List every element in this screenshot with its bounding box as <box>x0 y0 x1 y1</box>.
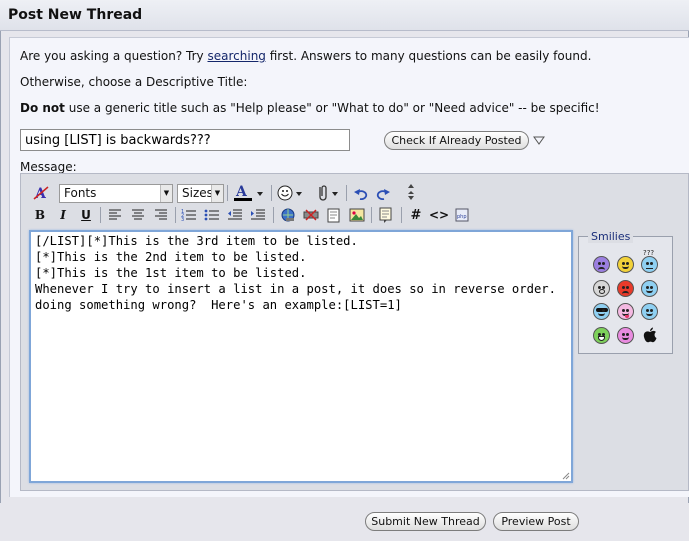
size-select-label: Sizes <box>182 186 213 200</box>
submit-thread-button[interactable]: Submit New Thread <box>365 512 486 531</box>
wink-smiley-icon[interactable] <box>641 303 658 320</box>
toolbar-separator <box>271 185 272 201</box>
toolbar-separator <box>227 185 228 201</box>
smile-smiley-icon[interactable] <box>617 256 634 273</box>
outdent-icon[interactable] <box>226 205 244 225</box>
quote-icon[interactable] <box>377 205 395 225</box>
remove-format-icon[interactable]: A <box>32 183 50 203</box>
toolbar-separator <box>175 207 176 223</box>
page-title: Post New Thread <box>8 7 143 23</box>
insert-image-icon[interactable] <box>348 205 366 225</box>
insert-email-icon[interactable] <box>325 205 343 225</box>
title-warning-bold: Do not <box>20 101 65 115</box>
font-select-arrow-icon: ▼ <box>160 185 172 202</box>
indent-icon[interactable] <box>249 205 267 225</box>
page-header: Post New Thread <box>0 0 689 31</box>
title-instruction: Otherwise, choose a Descriptive Title: <box>20 75 248 89</box>
toolbar-separator <box>100 207 101 223</box>
preview-post-button[interactable]: Preview Post <box>493 512 579 531</box>
attachment-icon[interactable] <box>312 183 342 203</box>
text-color-button[interactable]: A <box>232 183 266 203</box>
resize-grip-icon[interactable] <box>562 472 570 480</box>
italic-button[interactable]: I <box>55 205 71 225</box>
thread-title-input[interactable] <box>20 129 350 151</box>
grin-smiley-icon[interactable] <box>593 327 610 344</box>
size-select[interactable]: Sizes ▼ <box>177 184 224 203</box>
align-center-icon[interactable] <box>129 205 147 225</box>
eek-smiley-icon[interactable] <box>593 280 610 297</box>
toolbar-separator <box>401 207 402 223</box>
dropdown-triangle-icon[interactable] <box>533 136 545 145</box>
toolbar-separator <box>346 185 347 201</box>
action-bar <box>0 503 689 541</box>
sunglasses-smiley-icon[interactable] <box>593 303 610 320</box>
wrap-code-button[interactable]: <> <box>429 205 449 225</box>
font-select[interactable]: Fonts ▼ <box>59 184 173 203</box>
underline-button[interactable]: U <box>78 205 94 225</box>
tongue-smiley-icon[interactable] <box>617 303 634 320</box>
svg-text:3: 3 <box>181 217 184 222</box>
insert-link-icon[interactable] <box>279 205 297 225</box>
unordered-list-icon[interactable] <box>203 205 221 225</box>
remove-link-icon[interactable] <box>302 205 320 225</box>
undo-icon[interactable] <box>352 183 370 203</box>
smilies-legend: Smilies <box>588 230 634 243</box>
title-warning-rest: use a generic title such as "Help please… <box>68 101 600 115</box>
wrap-php-icon[interactable]: php <box>453 205 471 225</box>
toolbar-separator <box>371 207 372 223</box>
confused-smiley-label: ??? <box>643 249 655 257</box>
align-right-icon[interactable] <box>152 205 170 225</box>
cool-smiley-icon[interactable] <box>641 280 658 297</box>
svg-text:php: php <box>457 214 467 220</box>
align-left-icon[interactable] <box>106 205 124 225</box>
svg-text:A: A <box>235 184 248 200</box>
font-select-label: Fonts <box>64 186 97 200</box>
search-hint-prefix: Are you asking a question? Try <box>20 49 204 63</box>
wrap-hash-button[interactable]: # <box>407 205 425 225</box>
frown-smiley-icon[interactable] <box>593 256 610 273</box>
kiss-smiley-icon[interactable] <box>617 327 634 344</box>
ordered-list-icon[interactable]: 123 <box>180 205 198 225</box>
apple-smiley-icon[interactable] <box>643 327 657 344</box>
searching-link[interactable]: searching <box>208 49 266 63</box>
toolbar-separator <box>273 207 274 223</box>
message-textarea[interactable]: [/LIST][*]This is the 3rd item to be lis… <box>29 230 573 483</box>
confused-smiley-icon[interactable] <box>641 256 658 273</box>
search-hint: Are you asking a question? Try searching… <box>20 49 591 63</box>
title-warning: Do not use a generic title such as "Help… <box>20 101 600 115</box>
mad-smiley-icon[interactable] <box>617 280 634 297</box>
insert-smilie-icon[interactable] <box>276 183 306 203</box>
resize-editor-icon[interactable] <box>404 183 418 203</box>
bold-button[interactable]: B <box>32 205 48 225</box>
toolbar-row-2: B I U 123 # <> php <box>28 205 478 227</box>
size-select-arrow-icon: ▼ <box>211 185 223 202</box>
toolbar-row-1: A Fonts ▼ Sizes ▼ A <box>28 183 468 205</box>
search-hint-suffix: first. Answers to many questions can be … <box>269 49 592 63</box>
redo-icon[interactable] <box>374 183 392 203</box>
check-if-posted-button[interactable]: Check If Already Posted <box>384 131 529 150</box>
message-label: Message: <box>20 160 77 174</box>
